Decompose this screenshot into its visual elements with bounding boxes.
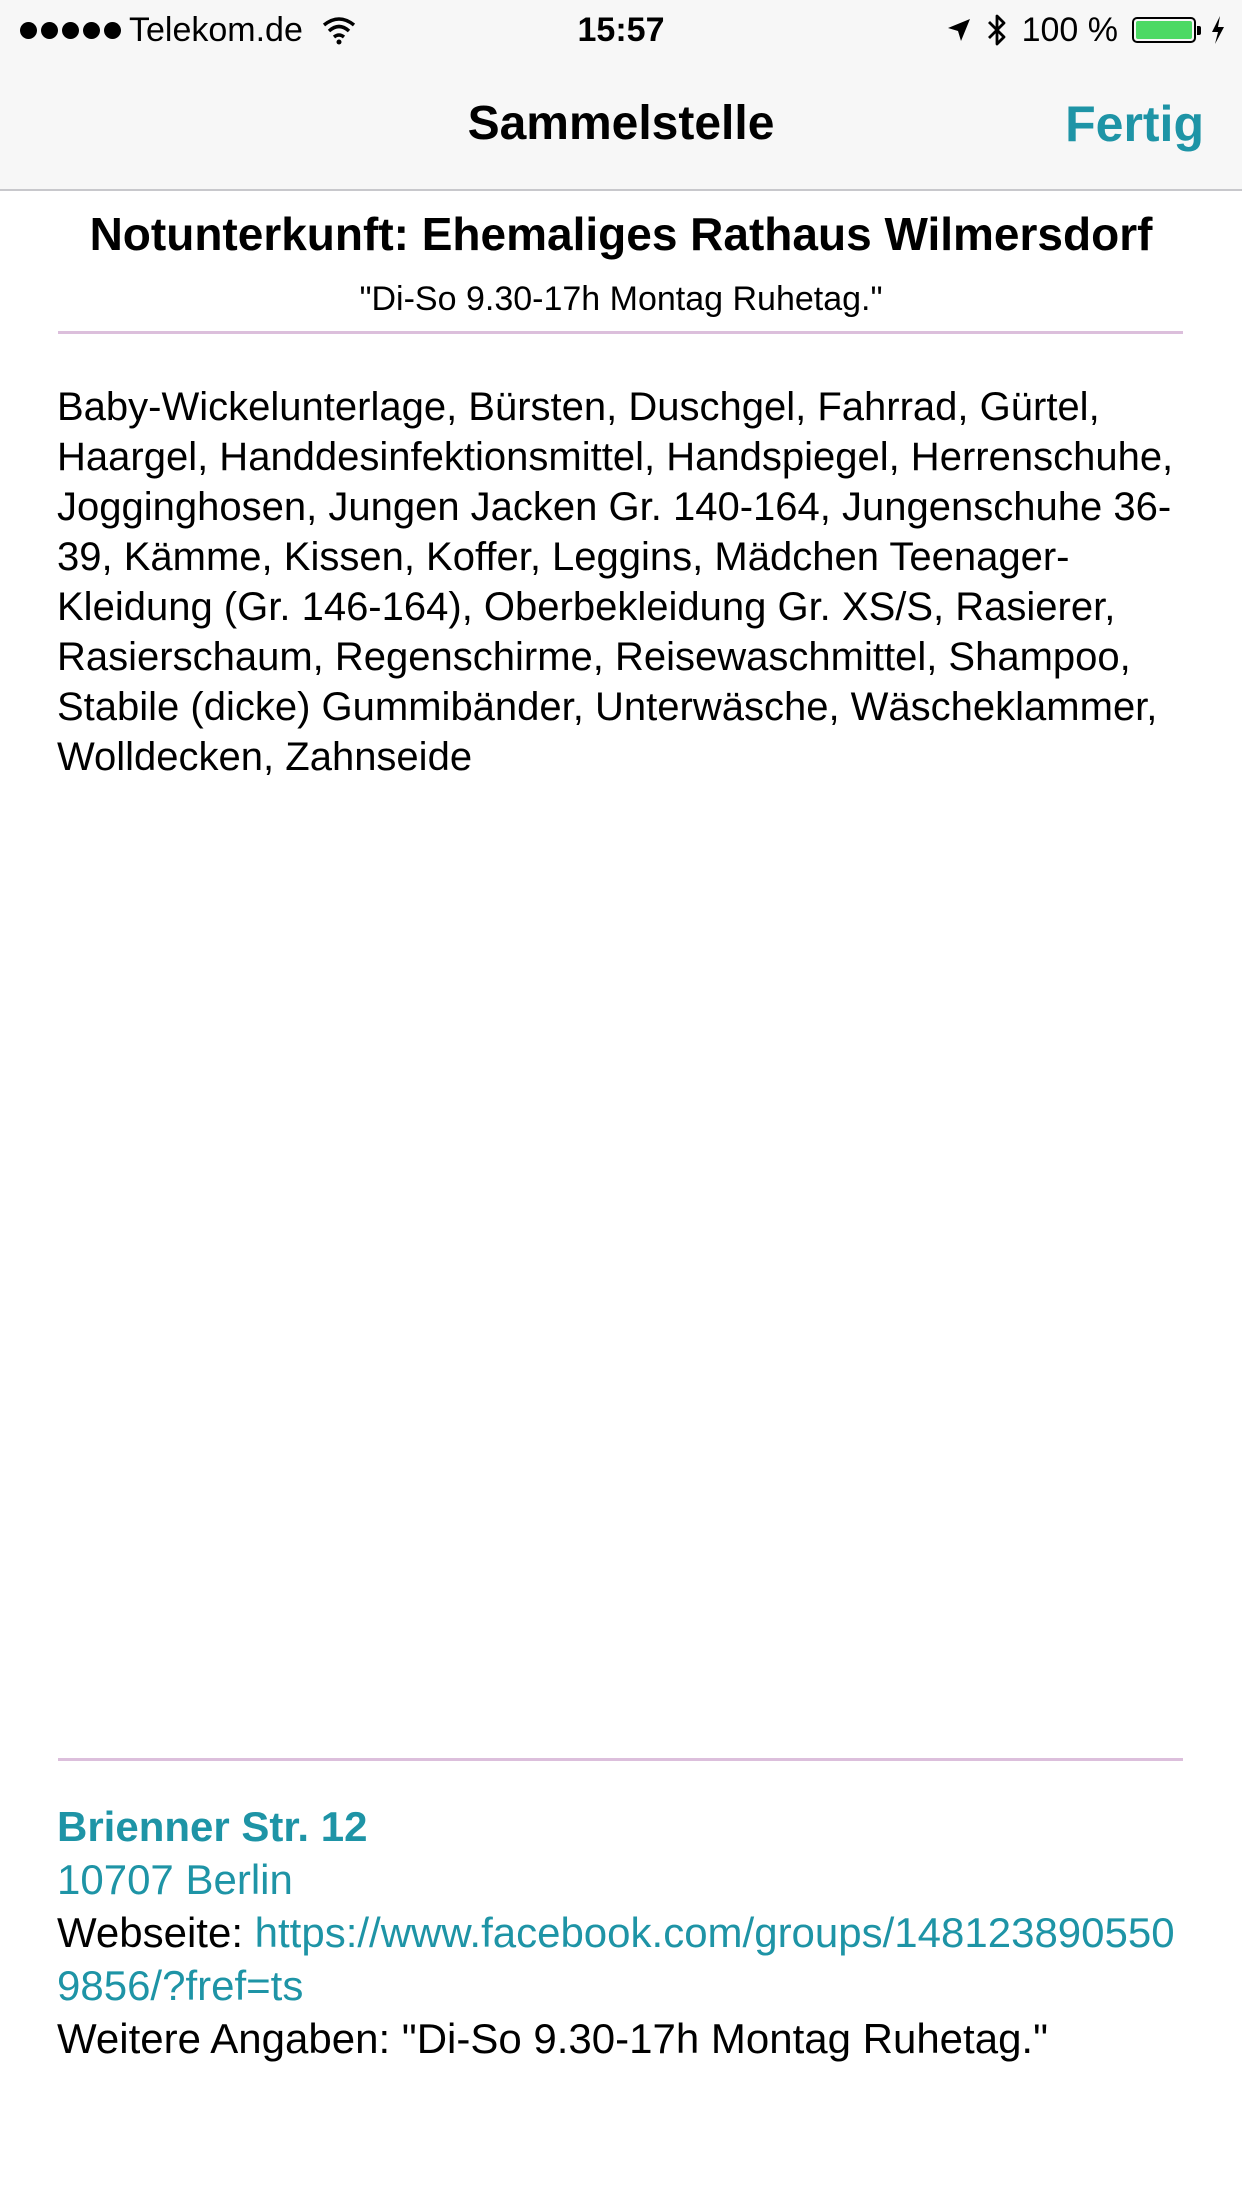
address-street-link[interactable]: Brienner Str. 12 (57, 1800, 1187, 1853)
done-button[interactable]: Fertig (1065, 96, 1204, 152)
bluetooth-icon (987, 14, 1005, 46)
charging-bolt-icon (1212, 16, 1224, 44)
bottom-divider (58, 1758, 1183, 1761)
top-divider (58, 331, 1183, 334)
status-right: 100 % (946, 10, 1226, 50)
location-title: Notunterkunft: Ehemaliges Rathaus Wilmer… (89, 208, 1153, 260)
address-block: Brienner Str. 12 10707 Berlin Webseite: … (57, 1800, 1187, 2065)
hours-note: "Di-So 9.30-17h Montag Ruhetag." (359, 280, 883, 318)
status-bar: Telekom.de 15:57 100 % (0, 0, 1242, 60)
navigation-bar: Sammelstelle Fertig (0, 60, 1242, 191)
battery-icon (1132, 17, 1201, 43)
more-info: Weitere Angaben: "Di-So 9.30-17h Montag … (57, 2015, 1048, 2062)
location-arrow-icon (947, 19, 970, 41)
needed-items-text: Baby-Wickelunterlage, Bürsten, Duschgel,… (57, 385, 1174, 779)
website-row: Webseite: https://www.facebook.com/group… (57, 1906, 1187, 2012)
address-city-link[interactable]: 10707 Berlin (57, 1853, 1187, 1906)
website-label: Webseite: (57, 1909, 255, 1956)
battery-percent: 100 % (1021, 10, 1118, 49)
nav-title: Sammelstelle (467, 97, 775, 150)
